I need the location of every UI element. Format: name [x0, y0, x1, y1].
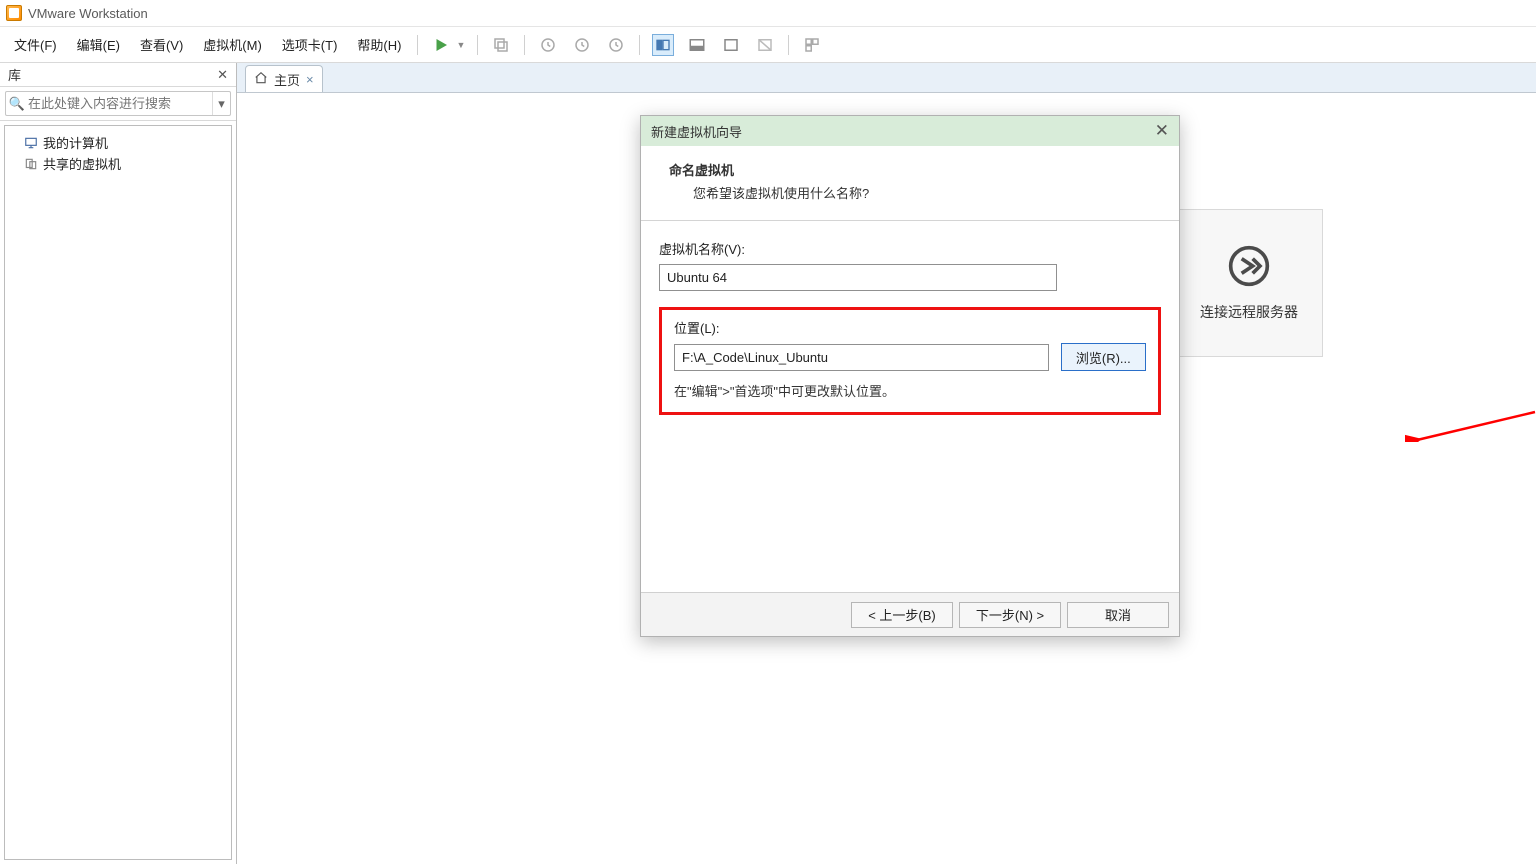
menu-edit[interactable]: 编辑(E): [67, 29, 130, 60]
home-icon: [254, 71, 268, 88]
clock3-icon[interactable]: [605, 34, 627, 56]
menu-file[interactable]: 文件(F): [4, 29, 67, 60]
tree-item-label: 我的计算机: [43, 133, 108, 152]
tab-strip: 主页 ×: [237, 63, 1536, 93]
shared-icon: [23, 157, 39, 171]
connect-remote-card[interactable]: 连接远程服务器: [1175, 209, 1323, 357]
view-mode1-icon[interactable]: [652, 34, 674, 56]
next-button[interactable]: 下一步(N) >: [959, 602, 1061, 628]
library-panel: 库 ✕ 🔍 ▾ 我的计算机 共享的虚拟机: [0, 63, 237, 864]
separator: [639, 35, 640, 55]
separator: [477, 35, 478, 55]
cancel-button[interactable]: 取消: [1067, 602, 1169, 628]
separator: [788, 35, 789, 55]
menu-help[interactable]: 帮助(H): [347, 29, 411, 60]
search-dropdown-icon[interactable]: ▾: [212, 92, 230, 115]
tree-item-shared-vms[interactable]: 共享的虚拟机: [9, 153, 227, 174]
back-button[interactable]: < 上一步(B): [851, 602, 953, 628]
app-icon: [6, 5, 22, 21]
menu-bar: 文件(F) 编辑(E) 查看(V) 虚拟机(M) 选项卡(T) 帮助(H) ▼: [0, 27, 1536, 63]
app-title: VMware Workstation: [28, 6, 148, 21]
close-library-icon[interactable]: ✕: [217, 67, 228, 83]
tab-home[interactable]: 主页 ×: [245, 65, 323, 92]
title-bar: VMware Workstation: [0, 0, 1536, 27]
separator: [417, 35, 418, 55]
vm-name-input[interactable]: [659, 264, 1057, 291]
library-header: 库 ✕: [0, 63, 236, 87]
location-input[interactable]: [674, 344, 1049, 371]
dialog-header: 命名虚拟机 您希望该虚拟机使用什么名称?: [641, 146, 1179, 221]
dialog-subheading: 您希望该虚拟机使用什么名称?: [669, 183, 1151, 202]
fullscreen-icon[interactable]: [720, 34, 742, 56]
dialog-close-icon[interactable]: ✕: [1155, 121, 1169, 141]
view-mode2-icon[interactable]: [686, 34, 708, 56]
tab-close-icon[interactable]: ×: [306, 72, 314, 87]
library-title: 库: [8, 65, 21, 84]
tree-item-my-computer[interactable]: 我的计算机: [9, 132, 227, 153]
separator: [524, 35, 525, 55]
library-search[interactable]: 🔍 ▾: [5, 91, 231, 116]
location-label: 位置(L):: [674, 318, 1146, 337]
browse-button[interactable]: 浏览(R)...: [1061, 343, 1146, 371]
card-label: 连接远程服务器: [1200, 302, 1298, 322]
snapshot-icon[interactable]: [490, 34, 512, 56]
menu-tabs[interactable]: 选项卡(T): [272, 29, 348, 60]
dropdown-icon[interactable]: ▼: [456, 40, 465, 50]
search-input[interactable]: [28, 96, 212, 111]
annotation-arrow: [1405, 402, 1536, 442]
menu-view[interactable]: 查看(V): [130, 29, 193, 60]
location-highlight: 位置(L): 浏览(R)... 在"编辑">"首选项"中可更改默认位置。: [659, 307, 1161, 415]
connect-icon: [1227, 244, 1271, 288]
dialog-footer: < 上一步(B) 下一步(N) > 取消: [641, 592, 1179, 636]
monitor-icon: [23, 136, 39, 150]
clock1-icon[interactable]: [537, 34, 559, 56]
search-icon: 🔍: [6, 96, 28, 112]
new-vm-wizard-dialog: 新建虚拟机向导 ✕ 命名虚拟机 您希望该虚拟机使用什么名称? 虚拟机名称(V):…: [640, 115, 1180, 637]
dialog-title: 新建虚拟机向导: [651, 122, 742, 141]
clock2-icon[interactable]: [571, 34, 593, 56]
location-hint: 在"编辑">"首选项"中可更改默认位置。: [674, 381, 1146, 400]
menu-vm[interactable]: 虚拟机(M): [193, 29, 272, 60]
power-on-icon[interactable]: [430, 34, 452, 56]
library-tree: 我的计算机 共享的虚拟机: [4, 125, 232, 860]
tab-label: 主页: [274, 70, 300, 89]
dialog-body: 虚拟机名称(V): 位置(L): 浏览(R)... 在"编辑">"首选项"中可更…: [641, 221, 1179, 415]
vm-name-label: 虚拟机名称(V):: [659, 239, 1161, 258]
dialog-titlebar[interactable]: 新建虚拟机向导 ✕: [641, 116, 1179, 146]
tree-item-label: 共享的虚拟机: [43, 154, 121, 173]
tile-icon[interactable]: [801, 34, 823, 56]
unity-icon[interactable]: [754, 34, 776, 56]
dialog-heading: 命名虚拟机: [669, 160, 1151, 179]
